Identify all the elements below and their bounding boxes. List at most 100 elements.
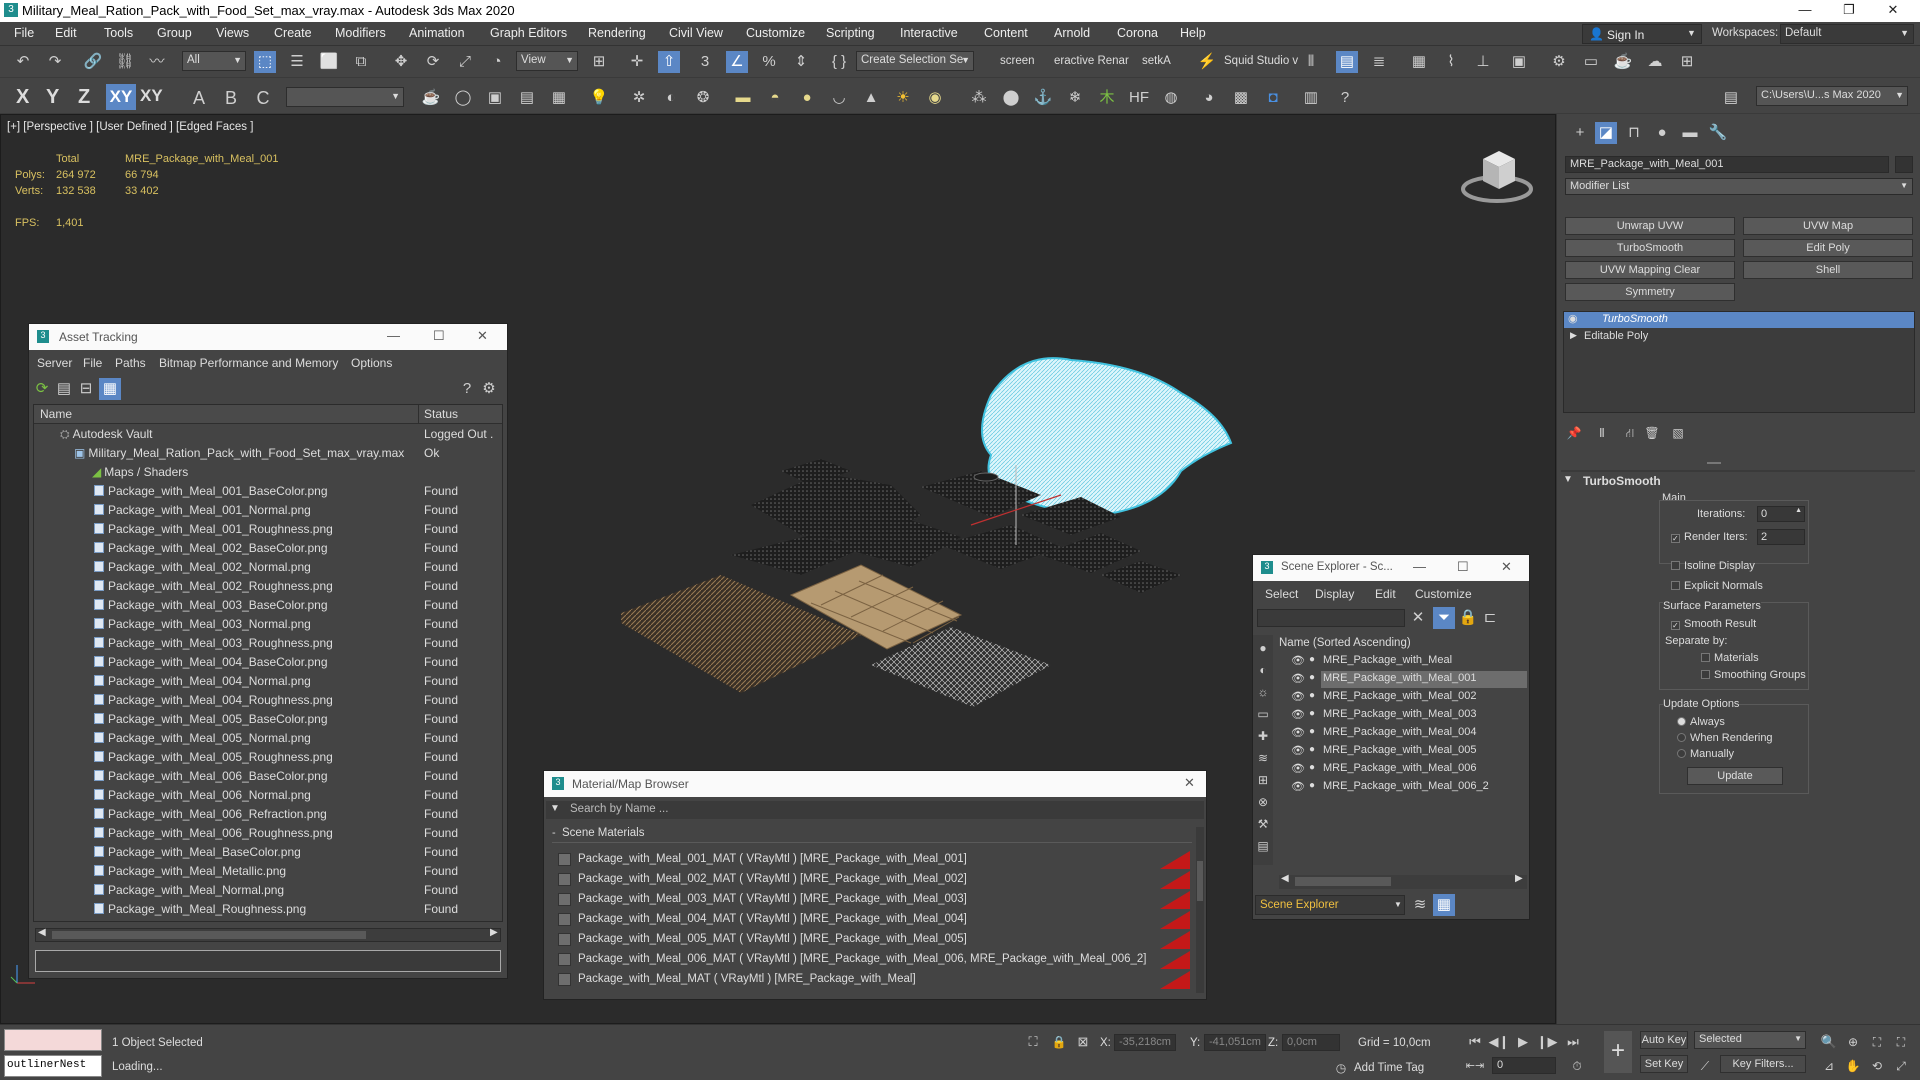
menu-civil-view[interactable]: Civil View — [669, 26, 723, 40]
set-key-button[interactable]: Set Key — [1640, 1055, 1688, 1073]
turbosmooth-rollout-title[interactable]: TurboSmooth — [1583, 474, 1661, 488]
scroll-right-icon[interactable]: ▶ — [490, 927, 498, 938]
scene-meshes[interactable] — [621, 245, 1341, 725]
triangle-down-icon[interactable]: ▼ — [550, 803, 560, 814]
help-icon[interactable]: ? — [1334, 87, 1356, 109]
menu-animation[interactable]: Animation — [409, 26, 465, 40]
select-by-name-icon[interactable]: ☰ — [286, 51, 308, 73]
make-unique-icon[interactable]: ⛙ — [1619, 422, 1641, 444]
named-selection-dropdown[interactable]: Create Selection Se ▼ — [856, 51, 974, 71]
table-row[interactable]: Package_with_Meal_001_Normal.png Found — [34, 501, 502, 520]
render-frame-icon[interactable]: ◘ — [1262, 87, 1284, 109]
freeze-icon[interactable]: ● — [1309, 726, 1315, 737]
project-path-dropdown[interactable]: C:\Users\U...s Max 2020 ▼ — [1756, 86, 1908, 106]
column-name-header[interactable]: Name — [40, 407, 72, 421]
displacement-icon[interactable]: ⚓ — [1032, 87, 1054, 109]
vertical-scrollbar[interactable] — [1196, 827, 1204, 993]
maximize-icon[interactable]: ☐ — [433, 328, 445, 344]
table-row[interactable]: Package_with_Meal_Roughness.png Found — [34, 900, 502, 919]
play-icon[interactable]: ▶ — [1512, 1031, 1534, 1053]
menu-scripting[interactable]: Scripting — [826, 26, 875, 40]
restore-icon[interactable]: ❐ — [1836, 2, 1862, 18]
zoom-extents-icon[interactable]: ⛶ — [1866, 1031, 1888, 1053]
reference-coordinate-dropdown[interactable]: View ▼ — [516, 51, 578, 71]
goto-end-icon[interactable]: ⏭ — [1562, 1031, 1584, 1053]
eye-icon[interactable]: ◉ — [1568, 312, 1578, 325]
scale-icon[interactable]: ⤢ — [454, 51, 476, 73]
show-end-result-icon[interactable]: Ⅱ — [1591, 422, 1613, 444]
lock-icon[interactable]: 🔒 — [1457, 607, 1479, 629]
a360-gallery-icon[interactable]: ⊞ — [1676, 51, 1698, 73]
unwrap-uvw-button[interactable]: Unwrap UVW — [1565, 217, 1735, 235]
table-row[interactable]: ◢ Maps / Shaders — [34, 463, 502, 482]
half-sphere-icon[interactable]: ◐ — [660, 87, 682, 109]
axis-xy-cycle-button[interactable]: XY — [140, 86, 163, 106]
spinner-snap-icon[interactable]: ⇕ — [790, 51, 812, 73]
menu-arnold[interactable]: Arnold — [1054, 26, 1090, 40]
key-filters-button[interactable]: Key Filters... — [1720, 1055, 1806, 1073]
scene-materials-section[interactable]: - Scene Materials — [552, 827, 1192, 843]
table-row[interactable]: Package_with_Meal_Normal.png Found — [34, 881, 502, 900]
schematic-view-icon[interactable]: ⊥ — [1472, 51, 1494, 73]
table-row[interactable]: Package_with_Meal_003_Roughness.png Found — [34, 634, 502, 653]
unlink-icon[interactable]: ⛓ — [114, 51, 136, 73]
toolbar-tab-screen[interactable]: screen — [1000, 55, 1035, 67]
rendered-frame-window-icon[interactable]: ▭ — [1580, 51, 1602, 73]
explorer-menu-customize[interactable]: Customize — [1415, 587, 1472, 601]
material-browser-titlebar[interactable]: 3 Material/Map Browser ✕ — [544, 771, 1206, 797]
set-key-plus-icon[interactable]: + — [1604, 1031, 1632, 1073]
visibility-eye-icon[interactable]: 👁 — [1291, 708, 1305, 721]
current-frame-field[interactable]: 0 — [1492, 1057, 1556, 1074]
box-icon[interactable]: ▣ — [484, 87, 506, 109]
menu-interactive[interactable]: Interactive — [900, 26, 958, 40]
squid-studio-label[interactable]: Squid Studio v — [1224, 55, 1298, 67]
asset-path-field[interactable] — [35, 950, 501, 972]
previous-frame-icon[interactable]: ◀❙ — [1488, 1031, 1510, 1053]
table-row[interactable]: Package_with_Meal_005_BaseColor.png Found — [34, 710, 502, 729]
move-icon[interactable]: ✥ — [390, 51, 412, 73]
display-xrefs-icon[interactable]: ⊗ — [1252, 791, 1274, 813]
scroll-right-icon[interactable]: ▶ — [1515, 873, 1523, 884]
selection-lock-icon[interactable]: 🔒 — [1048, 1031, 1070, 1053]
table-row[interactable]: Package_with_Meal_001_Roughness.png Found — [34, 520, 502, 539]
asset-menu-paths[interactable]: Paths — [115, 356, 146, 370]
asset-tracking-titlebar[interactable]: 3 Asset Tracking — ☐ ✕ — [29, 324, 507, 350]
render-setup-icon[interactable]: ⚙ — [1548, 51, 1570, 73]
explorer-name-dropdown[interactable]: Scene Explorer ▼ — [1255, 895, 1405, 915]
expand-icon[interactable]: ▶ — [1570, 330, 1577, 341]
material-row[interactable]: Package_with_Meal_002_MAT ( VRayMtl ) [M… — [558, 871, 1190, 889]
selection-filter-dropdown[interactable]: All ▼ — [182, 51, 246, 71]
explorer-item[interactable]: 👁 ● MRE_Package_with_Meal_006 — [1291, 761, 1527, 778]
column-status-header[interactable]: Status — [424, 407, 458, 421]
table-row[interactable]: Package_with_Meal_003_BaseColor.png Found — [34, 596, 502, 615]
table-row[interactable]: ▣ Military_Meal_Ration_Pack_with_Food_Set… — [34, 444, 502, 463]
render-iters-checkbox[interactable]: ✓ Render Iters: — [1671, 531, 1748, 543]
placement-icon[interactable]: ◔ — [486, 51, 508, 73]
explorer-item[interactable]: 👁 ● MRE_Package_with_Meal_006_2 — [1291, 779, 1527, 796]
material-row[interactable]: Package_with_Meal_005_MAT ( VRayMtl ) [M… — [558, 931, 1190, 949]
visibility-eye-icon[interactable]: 👁 — [1291, 762, 1305, 775]
freeze-icon[interactable]: ● — [1309, 690, 1315, 701]
horizontal-scrollbar[interactable]: ◀ ▶ — [35, 927, 501, 942]
rectangle-selection-icon[interactable]: ⬜ — [318, 51, 340, 73]
menu-edit[interactable]: Edit — [55, 26, 77, 40]
collapse-icon[interactable]: - — [552, 827, 556, 839]
hierarchy-tab-icon[interactable]: ⊓ — [1623, 122, 1645, 144]
transform-gizmo-icon[interactable]: ✲ — [628, 87, 650, 109]
display-cameras-icon[interactable]: ▭ — [1252, 703, 1274, 725]
light-bulb-icon[interactable]: 💡 — [588, 87, 610, 109]
freeze-icon[interactable]: ● — [1309, 654, 1315, 665]
settings-icon[interactable]: ⚙ — [478, 378, 500, 400]
display-all-icon[interactable]: ▤ — [1252, 835, 1274, 857]
menu-content[interactable]: Content — [984, 26, 1028, 40]
explorer-menu-display[interactable]: Display — [1315, 587, 1354, 601]
goto-start-icon[interactable]: ⏮ — [1464, 1031, 1486, 1053]
explorer-horizontal-scrollbar[interactable]: ◀ ▶ — [1279, 873, 1527, 889]
text-a-icon[interactable]: A — [188, 87, 210, 109]
hierarchy-icon[interactable]: ⊏ — [1479, 607, 1501, 629]
redo-icon[interactable]: ↷ — [44, 51, 66, 73]
render-production-icon[interactable]: ☕ — [1612, 51, 1634, 73]
snaps-toggle-icon[interactable]: 3 — [694, 51, 716, 73]
table-row[interactable]: Package_with_Meal_004_Roughness.png Found — [34, 691, 502, 710]
material-search-placeholder[interactable]: Search by Name ... — [570, 803, 668, 815]
